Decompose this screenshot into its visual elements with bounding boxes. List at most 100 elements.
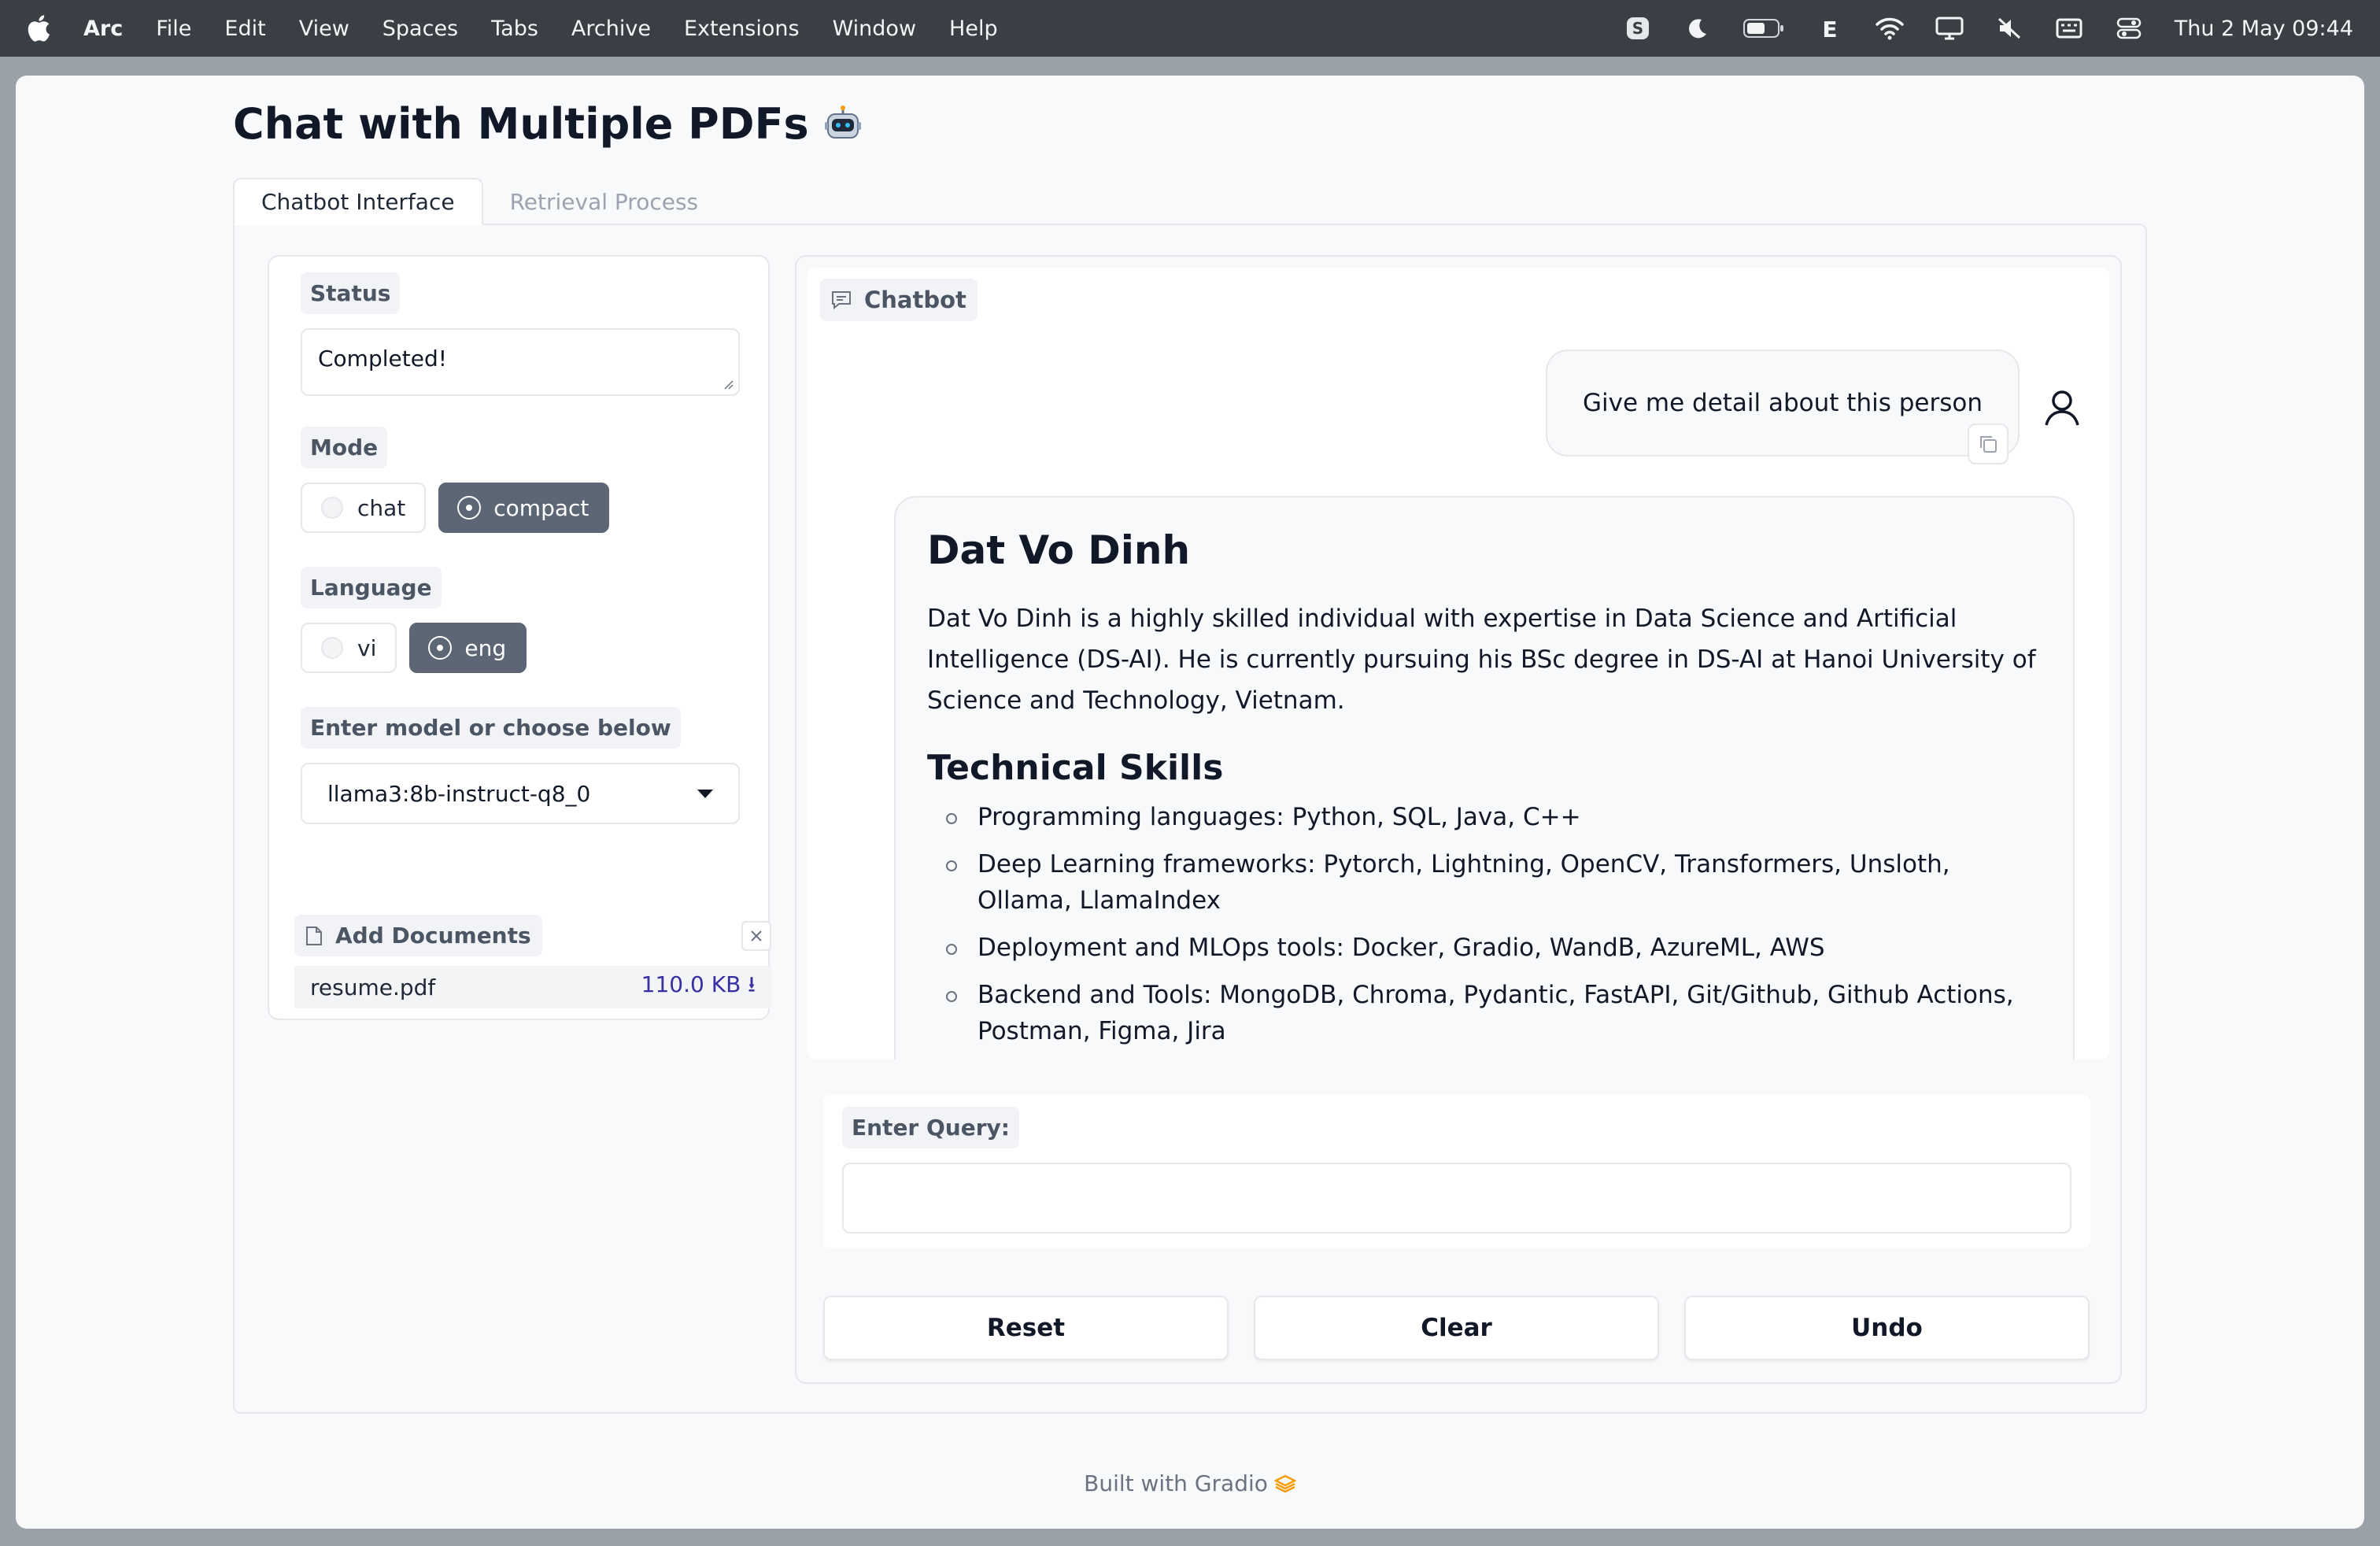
model-label: Enter model or choose below — [301, 707, 681, 749]
model-dropdown[interactable]: llama3:8b-instruct-q8_0 — [301, 763, 740, 824]
skills-heading: Technical Skills — [927, 748, 1224, 788]
moon-icon[interactable] — [1683, 14, 1712, 43]
radio-unchecked-icon — [321, 637, 343, 659]
menu-bar: Arc File Edit View Spaces Tabs Archive E… — [0, 0, 2380, 57]
clear-button[interactable]: Clear — [1254, 1296, 1659, 1360]
tab-bar: Chatbot Interface Retrieval Process — [233, 178, 725, 225]
display-icon[interactable] — [1935, 14, 1964, 43]
language-option-label: vi — [357, 634, 377, 661]
keyboard-icon[interactable] — [2055, 14, 2083, 43]
menu-help[interactable]: Help — [949, 17, 998, 41]
gradio-logo-icon — [1273, 1474, 1296, 1492]
query-section: Enter Query: — [823, 1094, 2090, 1248]
skype-icon[interactable]: S — [1624, 14, 1652, 43]
list-item-text: Programming languages: Python, SQL, Java… — [978, 803, 1581, 831]
language-radio-group: vi eng — [301, 623, 527, 673]
bullet-icon — [946, 860, 957, 871]
language-option-vi[interactable]: vi — [301, 623, 397, 673]
mode-option-label: chat — [357, 494, 406, 521]
robot-icon — [823, 105, 863, 144]
page-title: Chat with Multiple PDFs — [233, 99, 863, 149]
model-dropdown-value: llama3:8b-instruct-q8_0 — [327, 780, 591, 807]
list-item-text: Backend and Tools: MongoDB, Chroma, Pyda… — [978, 981, 2014, 1045]
list-item: Deployment and MLOps tools: Docker, Grad… — [927, 930, 2042, 966]
uploaded-file-row: resume.pdf 110.0 KB ⭳ — [294, 966, 771, 1008]
mode-option-label: compact — [493, 494, 589, 521]
language-label: Language — [301, 567, 442, 608]
status-label: Status — [301, 272, 401, 314]
tab-chatbot-interface[interactable]: Chatbot Interface — [233, 178, 483, 225]
bot-message-bubble: Dat Vo Dinh Dat Vo Dinh is a highly skil… — [894, 496, 2075, 1060]
footer: Built with Gradio — [16, 1470, 2364, 1496]
chatbot-label: Chatbot — [820, 279, 978, 321]
wifi-icon[interactable] — [1875, 14, 1904, 43]
add-documents-panel: Add Documents resume.pdf 110.0 KB ⭳ — [294, 915, 771, 1017]
chat-column: Chatbot Give me detail about this person… — [795, 255, 2122, 1384]
chat-bubble-icon — [832, 291, 851, 309]
bullet-icon — [946, 943, 957, 955]
model-section: Enter model or choose below llama3:8b-in… — [301, 707, 740, 824]
tab-panel: Status Completed! Mode chat compact Lang… — [233, 224, 2147, 1414]
footer-link[interactable]: Built with Gradio — [1084, 1470, 1268, 1496]
radio-unchecked-icon — [321, 497, 343, 519]
menu-tabs[interactable]: Tabs — [491, 17, 538, 41]
language-option-label: eng — [464, 634, 507, 661]
control-center-icon[interactable] — [2115, 14, 2143, 43]
radio-checked-icon — [430, 638, 451, 658]
svg-text:E: E — [1822, 17, 1837, 40]
menu-extensions[interactable]: Extensions — [684, 17, 800, 41]
add-documents-text: Add Documents — [335, 923, 531, 949]
language-section: Language vi eng — [301, 567, 527, 673]
caret-down-icon — [697, 789, 713, 798]
file-icon — [306, 926, 322, 945]
radio-checked-icon — [459, 497, 480, 518]
bullet-icon — [946, 812, 957, 824]
query-label: Enter Query: — [842, 1107, 1019, 1148]
mode-option-compact[interactable]: compact — [438, 483, 610, 533]
skills-list: Programming languages: Python, SQL, Java… — [927, 799, 2042, 1049]
resize-grip-icon[interactable] — [722, 379, 734, 390]
menu-archive[interactable]: Archive — [571, 17, 651, 41]
page-title-text: Chat with Multiple PDFs — [233, 99, 809, 149]
menu-file[interactable]: File — [156, 17, 191, 41]
action-buttons: Reset Clear Undo — [823, 1296, 2090, 1360]
copy-icon[interactable] — [1968, 423, 2009, 464]
list-item: Deep Learning frameworks: Pytorch, Light… — [927, 846, 2042, 919]
chatbot-panel[interactable]: Chatbot Give me detail about this person… — [808, 268, 2109, 1060]
list-item: Backend and Tools: MongoDB, Chroma, Pyda… — [927, 977, 2042, 1049]
language-option-eng[interactable]: eng — [409, 623, 527, 673]
mode-section: Mode chat compact — [301, 427, 610, 533]
menu-window[interactable]: Window — [833, 17, 916, 41]
app-window: Chat with Multiple PDFs Chatbot Interfac… — [16, 76, 2364, 1529]
file-download-link[interactable]: 110.0 KB ⭳ — [641, 968, 756, 1006]
settings-panel: Status Completed! Mode chat compact Lang… — [268, 255, 771, 1020]
reset-button[interactable]: Reset — [823, 1296, 1229, 1360]
bot-message-heading: Dat Vo Dinh — [927, 527, 1191, 573]
menu-view[interactable]: View — [299, 17, 349, 41]
status-textbox[interactable]: Completed! — [301, 328, 740, 396]
menu-spaces[interactable]: Spaces — [382, 17, 458, 41]
query-input[interactable] — [842, 1163, 2071, 1233]
e-icon[interactable]: E — [1816, 14, 1844, 43]
chatbot-label-text: Chatbot — [864, 287, 966, 313]
user-message-bubble: Give me detail about this person — [1546, 350, 2020, 464]
apple-icon[interactable] — [27, 13, 54, 44]
undo-button[interactable]: Undo — [1684, 1296, 2090, 1360]
bot-message-intro: Dat Vo Dinh is a highly skilled individu… — [927, 605, 2036, 715]
list-item: Programming languages: Python, SQL, Java… — [927, 799, 2042, 835]
mode-label: Mode — [301, 427, 388, 468]
battery-icon[interactable] — [1743, 14, 1784, 43]
menubar-clock[interactable]: Thu 2 May 09:44 — [2175, 17, 2353, 41]
mode-option-chat[interactable]: chat — [301, 483, 427, 533]
menu-app-name[interactable]: Arc — [83, 17, 123, 41]
file-name: resume.pdf — [310, 974, 436, 1000]
user-message-text: Give me detail about this person — [1583, 389, 1983, 417]
status-section: Status Completed! — [301, 272, 740, 396]
tab-retrieval-process[interactable]: Retrieval Process — [483, 178, 726, 225]
bullet-icon — [946, 990, 957, 1002]
status-value: Completed! — [318, 346, 447, 372]
close-icon[interactable] — [741, 920, 771, 951]
menu-edit[interactable]: Edit — [224, 17, 265, 41]
user-avatar-icon — [2042, 387, 2082, 428]
mute-icon[interactable] — [1995, 14, 2023, 43]
